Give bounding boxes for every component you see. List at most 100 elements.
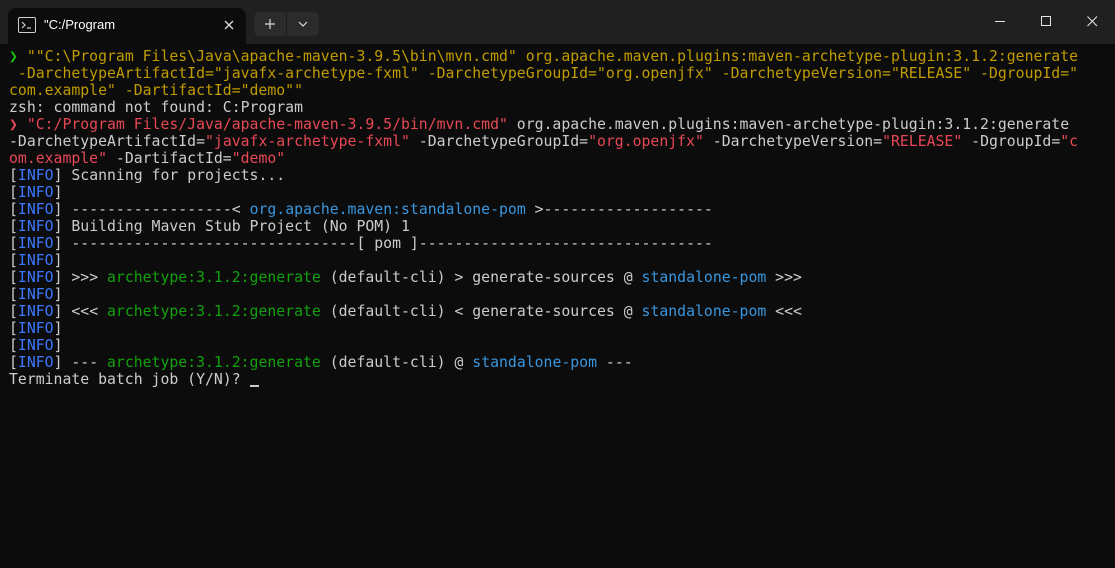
terminal-text: ] --- [53, 354, 108, 371]
terminal-line: [INFO] Scanning for projects... [9, 167, 1115, 184]
terminal-text: "org.openjfx" [588, 133, 704, 150]
terminal-text: INFO [17, 320, 54, 337]
terminal-window: "C:/Program ❯ ""C:\Program Files\Java\ap… [0, 0, 1115, 568]
terminal-text: ""C:\Program Files\Java\apache-maven-3.9… [26, 48, 517, 65]
terminal-text: archetype:3.1.2:generate [107, 269, 321, 286]
terminal-text: -DarchetypeVersion= [703, 133, 883, 150]
terminal-text: "RELEASE" [882, 133, 963, 150]
text-cursor [249, 371, 259, 387]
terminal-output[interactable]: ❯ ""C:\Program Files\Java\apache-maven-3… [0, 44, 1115, 568]
terminal-text: INFO [17, 337, 54, 354]
terminal-text: "javafx-archetype-fxml" [205, 133, 410, 150]
terminal-text: "C:/Program Files/Java/apache-maven-3.9.… [26, 116, 508, 133]
terminal-text: standalone-pom [641, 303, 767, 320]
terminal-text: [ [9, 286, 18, 303]
terminal-text: INFO [17, 354, 54, 371]
terminal-text: ] Building Maven Stub Project (No POM) 1 [53, 218, 410, 235]
terminal-line: -DarchetypeArtifactId="javafx-archetype-… [9, 65, 1115, 82]
tab-dropdown-button[interactable] [286, 12, 319, 36]
terminal-text: -DgroupId= [962, 133, 1061, 150]
title-bar: "C:/Program [0, 0, 1115, 44]
terminal-line: [INFO] ------------------< org.apache.ma… [9, 201, 1115, 218]
close-icon[interactable] [220, 16, 238, 34]
terminal-text: ] ------------------< [53, 201, 250, 218]
close-window-icon [1087, 16, 1098, 27]
terminal-text: [ [9, 320, 18, 337]
terminal-text: "c [1060, 133, 1079, 150]
terminal-text: archetype:3.1.2:generate [107, 354, 321, 371]
terminal-text: (default-cli) > generate-sources @ [320, 269, 642, 286]
terminal-text: [ [9, 218, 18, 235]
terminal-text: >------------------- [525, 201, 713, 218]
terminal-text: INFO [17, 269, 54, 286]
terminal-text: (default-cli) @ [320, 354, 473, 371]
terminal-line: [INFO] --------------------------------[… [9, 235, 1115, 252]
terminal-text: [ [9, 184, 18, 201]
terminal-text: ] [53, 184, 63, 201]
plus-icon [265, 19, 275, 29]
close-window-button[interactable] [1069, 0, 1115, 44]
terminal-text: ❯ [9, 48, 27, 65]
terminal-line: om.example" -DartifactId="demo" [9, 150, 1115, 167]
terminal-line: [INFO] Building Maven Stub Project (No P… [9, 218, 1115, 235]
terminal-text: [ [9, 167, 18, 184]
terminal-text: "demo" [231, 150, 286, 167]
terminal-text: INFO [17, 252, 54, 269]
terminal-line: ❯ "C:/Program Files/Java/apache-maven-3.… [9, 116, 1115, 133]
terminal-line: ❯ ""C:\Program Files\Java\apache-maven-3… [9, 48, 1115, 65]
terminal-text: -DartifactId= [107, 150, 232, 167]
terminal-text: -DarchetypeArtifactId="javafx-archetype-… [9, 65, 1079, 82]
terminal-line: [INFO] [9, 286, 1115, 303]
terminal-text: archetype:3.1.2:generate [107, 303, 321, 320]
maximize-button[interactable] [1023, 0, 1069, 44]
terminal-line: Terminate batch job (Y/N)? [9, 371, 1115, 388]
terminal-text: INFO [17, 303, 54, 320]
terminal-text: org.apache.maven:standalone-pom [249, 201, 526, 218]
terminal-text: com.example" -DartifactId="demo"" [9, 82, 303, 99]
terminal-line: -DarchetypeArtifactId="javafx-archetype-… [9, 133, 1115, 150]
terminal-text: [ [9, 252, 18, 269]
terminal-text: ] [53, 320, 63, 337]
terminal-text: standalone-pom [641, 269, 767, 286]
tab-title: "C:/Program [44, 17, 116, 32]
minimize-icon [995, 21, 1005, 22]
terminal-text: -DarchetypeArtifactId= [9, 133, 205, 150]
terminal-text: (default-cli) < generate-sources @ [320, 303, 642, 320]
terminal-line: [INFO] [9, 184, 1115, 201]
terminal-text: ] --------------------------------[ pom … [53, 235, 713, 252]
terminal-text: -DarchetypeGroupId= [409, 133, 589, 150]
terminal-line: zsh: command not found: C:Program [9, 99, 1115, 116]
terminal-text: INFO [17, 167, 54, 184]
terminal-text: ] [53, 337, 63, 354]
terminal-text: INFO [17, 201, 54, 218]
terminal-line: [INFO] [9, 252, 1115, 269]
terminal-text: [ [9, 303, 18, 320]
terminal-icon [18, 17, 36, 33]
terminal-text: INFO [17, 286, 54, 303]
terminal-line: [INFO] <<< archetype:3.1.2:generate (def… [9, 303, 1115, 320]
terminal-text: INFO [17, 235, 54, 252]
terminal-text: zsh: command not found: C:Program [9, 99, 303, 116]
terminal-text: [ [9, 337, 18, 354]
terminal-text: org.apache.maven.plugins:maven-archetype… [516, 48, 1079, 65]
terminal-line: [INFO] --- archetype:3.1.2:generate (def… [9, 354, 1115, 371]
terminal-line: [INFO] [9, 320, 1115, 337]
terminal-text: <<< [766, 303, 802, 320]
minimize-button[interactable] [977, 0, 1023, 44]
terminal-text: standalone-pom [472, 354, 597, 371]
terminal-line: [INFO] >>> archetype:3.1.2:generate (def… [9, 269, 1115, 286]
terminal-line: com.example" -DartifactId="demo"" [9, 82, 1115, 99]
chevron-down-icon [298, 21, 308, 27]
terminal-text: ❯ [9, 116, 27, 133]
terminal-text: ] Scanning for projects... [53, 167, 286, 184]
terminal-text: [ [9, 235, 18, 252]
terminal-text: --- [597, 354, 633, 371]
terminal-text: INFO [17, 218, 54, 235]
terminal-text: ] >>> [53, 269, 108, 286]
tab-terminal[interactable]: "C:/Program [8, 8, 246, 44]
terminal-text: INFO [17, 184, 54, 201]
new-tab-button[interactable] [254, 12, 286, 36]
terminal-text: [ [9, 201, 18, 218]
terminal-text: ] [53, 286, 63, 303]
terminal-text: om.example" [9, 150, 107, 167]
